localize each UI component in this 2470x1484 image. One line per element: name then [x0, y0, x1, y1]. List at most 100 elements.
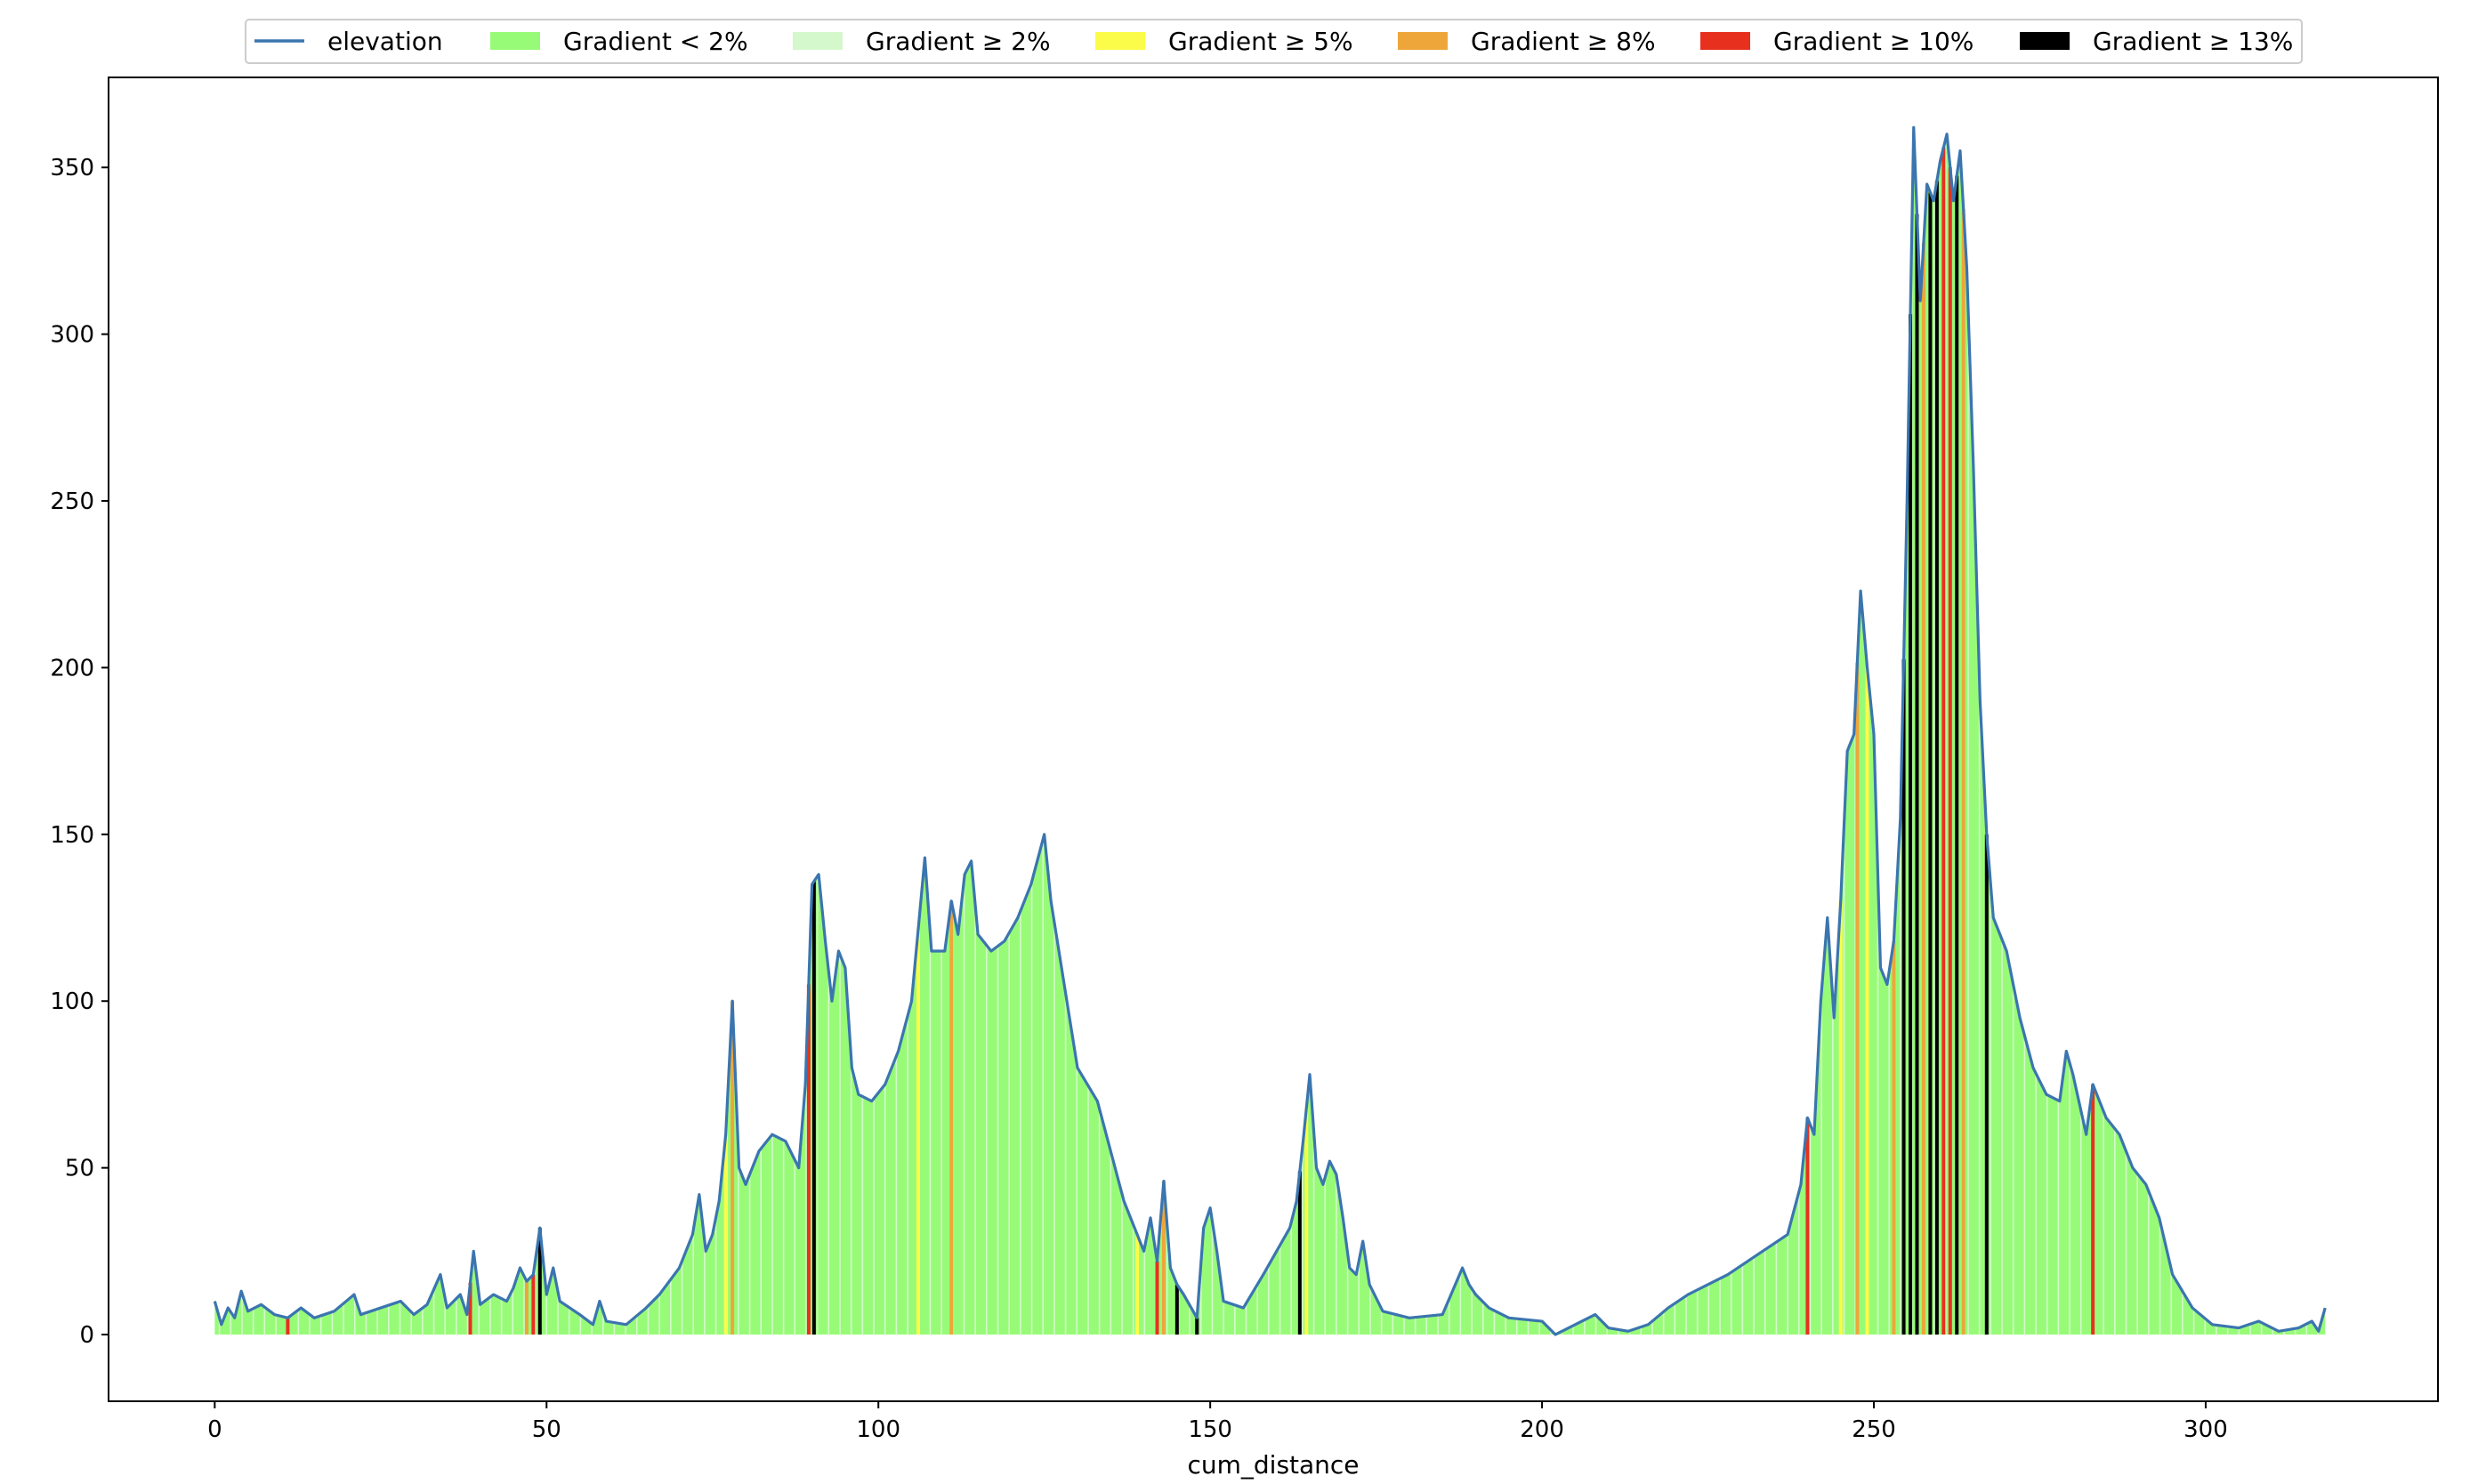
gradient-segment — [1855, 662, 1860, 1335]
gradient-2pct-stripe — [1030, 884, 1033, 1335]
gradient-2pct-stripe — [319, 1316, 322, 1335]
gradient-2pct-stripe — [2148, 1189, 2150, 1335]
gradient-2pct-stripe — [1527, 1319, 1530, 1335]
gradient-2pct-stripe — [929, 923, 932, 1335]
gradient-2pct-stripe — [1053, 917, 1055, 1335]
gradient-segment — [531, 1274, 536, 1335]
gradient-2pct-stripe — [692, 1234, 694, 1335]
gradient-2pct-stripe — [986, 944, 988, 1335]
gradient-segment — [1934, 181, 1939, 1335]
gradient-2pct-stripe — [895, 1057, 898, 1335]
gradient-segment — [1838, 900, 1843, 1335]
gradient-2pct-stripe — [1493, 1310, 1496, 1335]
gradient-2pct-stripe — [1233, 1304, 1236, 1335]
gradient-segment — [1928, 192, 1933, 1335]
gradient-2pct-stripe — [1787, 1235, 1788, 1335]
gradient-2pct-stripe — [760, 1149, 763, 1335]
gradient-2pct-stripe — [1730, 1272, 1732, 1335]
gradient-segment — [1941, 147, 1946, 1335]
y-tick-label: 300 — [50, 322, 94, 349]
y-tick-label: 200 — [50, 655, 94, 682]
gradient-2pct-stripe — [1358, 1264, 1360, 1335]
gradient-segment — [1297, 1171, 1302, 1335]
gradient-segment — [1948, 167, 1952, 1335]
gradient-segment — [1805, 1117, 1810, 1335]
gradient-2pct-stripe — [2114, 1127, 2116, 1335]
gradient-2pct-stripe — [1020, 912, 1021, 1335]
gradient-segment — [916, 929, 920, 1335]
gradient-2pct-stripe — [714, 1221, 717, 1335]
gradient-2pct-stripe — [681, 1262, 683, 1335]
gradient-segment — [811, 881, 816, 1335]
x-tick-label: 250 — [1852, 1416, 1896, 1443]
gradient-2pct-stripe — [1820, 1001, 1822, 1335]
gradient-2pct-stripe — [771, 1135, 773, 1335]
gradient-2pct-stripe — [1459, 1274, 1462, 1335]
gradient-2pct-stripe — [940, 951, 942, 1335]
gradient-2pct-stripe — [2305, 1324, 2308, 1335]
gradient-2pct-stripe — [1268, 1266, 1270, 1335]
gradient-2pct-stripe — [1990, 875, 1992, 1335]
gradient-2pct-stripe — [873, 1099, 875, 1335]
gradient-2pct-stripe — [1832, 988, 1834, 1335]
gradient-2pct-stripe — [1324, 1180, 1327, 1335]
y-tick-label: 0 — [79, 1322, 94, 1349]
gradient-2pct-stripe — [1471, 1287, 1473, 1335]
gradient-segment — [1174, 1284, 1179, 1335]
gradient-2pct-stripe — [635, 1316, 638, 1335]
gradient-2pct-stripe — [309, 1313, 311, 1335]
gradient-2pct-stripe — [1414, 1317, 1417, 1335]
gradient-2pct-stripe — [884, 1085, 886, 1335]
gradient-2pct-stripe — [1707, 1284, 1710, 1335]
gradient-segment — [949, 900, 954, 1335]
gradient-2pct-stripe — [1933, 200, 1935, 1335]
gradient-2pct-stripe — [1098, 1106, 1101, 1335]
gradient-segment — [1921, 242, 1925, 1335]
legend-label: Gradient < 2% — [563, 27, 748, 56]
gradient-2pct-stripe — [1584, 1319, 1586, 1335]
gradient-2pct-stripe — [827, 964, 830, 1335]
gradient-2pct-stripe — [1369, 1284, 1371, 1335]
x-axis: 0 50 100 150 200 250 300 — [207, 1401, 2228, 1443]
gradient-2pct-stripe — [1143, 1251, 1146, 1335]
gradient-2pct-stripe — [794, 1158, 796, 1335]
y-tick-label: 50 — [65, 1156, 94, 1182]
y-tick-label: 350 — [50, 155, 94, 181]
legend-label: Gradient ≥ 5% — [1168, 27, 1353, 56]
gradient-2pct-stripe — [1132, 1222, 1134, 1335]
gradient-2pct-stripe — [997, 946, 999, 1335]
legend-swatch — [490, 32, 540, 50]
gradient-2pct-stripe — [1888, 975, 1891, 1335]
gradient-2pct-stripe — [658, 1294, 660, 1335]
gradient-2pct-stripe — [365, 1312, 367, 1335]
gradient-2pct-stripe — [963, 886, 965, 1335]
gradient-2pct-stripe — [1087, 1084, 1089, 1335]
gradient-segment — [1909, 314, 1913, 1335]
gradient-2pct-stripe — [1651, 1321, 1653, 1335]
legend: elevation Gradient < 2% Gradient ≥ 2% Gradi… — [245, 19, 2303, 64]
gradient-segment — [1195, 1318, 1199, 1335]
gradient-2pct-stripe — [568, 1307, 570, 1335]
gradient-segment — [1961, 209, 1966, 1335]
x-axis-label: cum_distance — [1187, 1450, 1359, 1480]
gradient-2pct-stripe — [839, 952, 841, 1335]
gradient-2pct-stripe — [2125, 1149, 2127, 1335]
gradient-2pct-stripe — [1538, 1320, 1540, 1335]
gradient-2pct-stripe — [275, 1314, 277, 1335]
gradient-2pct-stripe — [252, 1309, 254, 1335]
gradient-2pct-stripe — [2069, 1060, 2070, 1335]
gradient-2pct-stripe — [432, 1291, 435, 1335]
gradient-2pct-stripe — [456, 1299, 457, 1335]
gradient-2pct-stripe — [422, 1308, 424, 1335]
gradient-segment — [1135, 1234, 1140, 1335]
gradient-2pct-stripe — [1279, 1246, 1281, 1335]
gradient-2pct-stripe — [805, 1084, 807, 1335]
x-tick-label: 300 — [2183, 1416, 2228, 1443]
gradient-2pct-stripe — [2001, 938, 2003, 1335]
legend-label: elevation — [327, 27, 443, 56]
gradient-2pct-stripe — [1797, 1194, 1800, 1335]
gradient-2pct-stripe — [2046, 1094, 2048, 1335]
y-axis: 0 50 100 150 200 250 300 350 — [50, 155, 109, 1349]
gradient-2pct-stripe — [748, 1176, 751, 1335]
gradient-2pct-stripe — [1674, 1303, 1676, 1335]
